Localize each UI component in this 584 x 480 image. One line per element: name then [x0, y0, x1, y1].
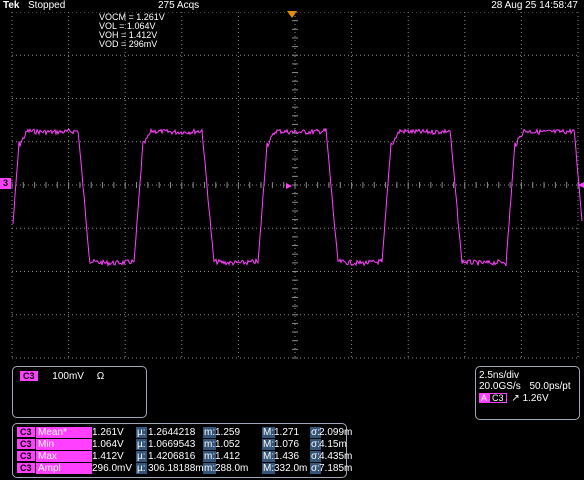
date-time: 28 Aug 25 14:58:47 — [491, 0, 578, 11]
measurement-ch: C3 — [17, 451, 35, 461]
graticule — [11, 12, 579, 359]
channel-settings-box[interactable]: C3 100mV Ω — [12, 366, 147, 418]
measurement-value: 1.261V — [92, 427, 124, 438]
trigger-source-tag: A — [479, 393, 490, 403]
brand-logo: Tek — [3, 0, 20, 11]
channel-scale: 100mV — [52, 371, 84, 382]
measurement-mu: 1.2644218 — [148, 427, 196, 438]
acquisition-count: 275 Acqs — [158, 0, 200, 11]
measurement-mu-label: µ: — [136, 439, 147, 450]
measurement-name: Ampl — [36, 463, 92, 474]
measurement-sigma: 4.435m — [319, 451, 353, 462]
measurement-max: 1.076 — [274, 439, 300, 450]
measurement-value: 296.0mV — [92, 463, 133, 474]
measurement-sigma: 7.185m — [319, 463, 353, 474]
record-resolution: 50.0ps/pt — [529, 381, 571, 392]
measurement-name: Mean* — [36, 427, 92, 438]
waveform-display[interactable] — [0, 12, 584, 362]
measurement-value: 1.064V — [92, 439, 124, 450]
measurement-min: 288.0m — [215, 463, 249, 474]
measurement-mu: 1.4206816 — [148, 451, 196, 462]
annotation-vod: VOD = 296mV — [99, 39, 158, 49]
measurements-panel[interactable]: C3 Mean* 1.261V µ: 1.2644218 m: 1.259 M: 1.271 σ:… — [12, 423, 352, 478]
acquisition-status[interactable]: Stopped — [28, 0, 65, 12]
measurement-value: 1.412V — [92, 451, 124, 462]
trigger-level-icon[interactable] — [286, 183, 292, 189]
trigger-slope-icon: ↗ — [511, 393, 520, 404]
measurement-mu: 306.18188m — [148, 463, 204, 474]
measurement-name: Max — [36, 451, 92, 462]
sample-rate: 20.0GS/s — [479, 381, 521, 392]
measurement-max: 1.271 — [274, 427, 300, 438]
measurement-max: 1.436 — [274, 451, 300, 462]
horizontal-settings-box[interactable]: 2.5ns/div 20.0GS/s 50.0ps/pt A C3 ↗ 1.26V — [475, 366, 580, 420]
measurement-max: 332.0m — [274, 463, 308, 474]
channel-tag: C3 — [20, 371, 38, 381]
measurement-sigma: 4.15m — [319, 439, 347, 450]
measurement-ch: C3 — [17, 463, 35, 473]
measurement-mu-label: µ: — [136, 427, 147, 438]
measurement-ch: C3 — [17, 439, 35, 449]
trigger-level: 1.26V — [522, 393, 549, 404]
measurement-mu-label: µ: — [136, 451, 147, 462]
measurement-sigma: 2.099m — [319, 427, 353, 438]
measurement-min: 1.052 — [215, 439, 241, 450]
waveform-annotations: VOCM = 1.261V VOL = 1.064V VOH = 1.412V … — [99, 13, 165, 49]
measurement-mu: 1.0669543 — [148, 439, 196, 450]
measurement-ch: C3 — [17, 427, 35, 437]
measurement-mu-label: µ: — [136, 463, 147, 474]
measurement-min: 1.412 — [215, 451, 241, 462]
measurement-name: Min — [36, 439, 92, 450]
measurement-min: 1.259 — [215, 427, 241, 438]
channel-3-ground-marker[interactable]: 3 — [0, 178, 11, 189]
trigger-channel-tag: C3 — [489, 393, 507, 403]
channel-coupling: Ω — [96, 371, 105, 382]
